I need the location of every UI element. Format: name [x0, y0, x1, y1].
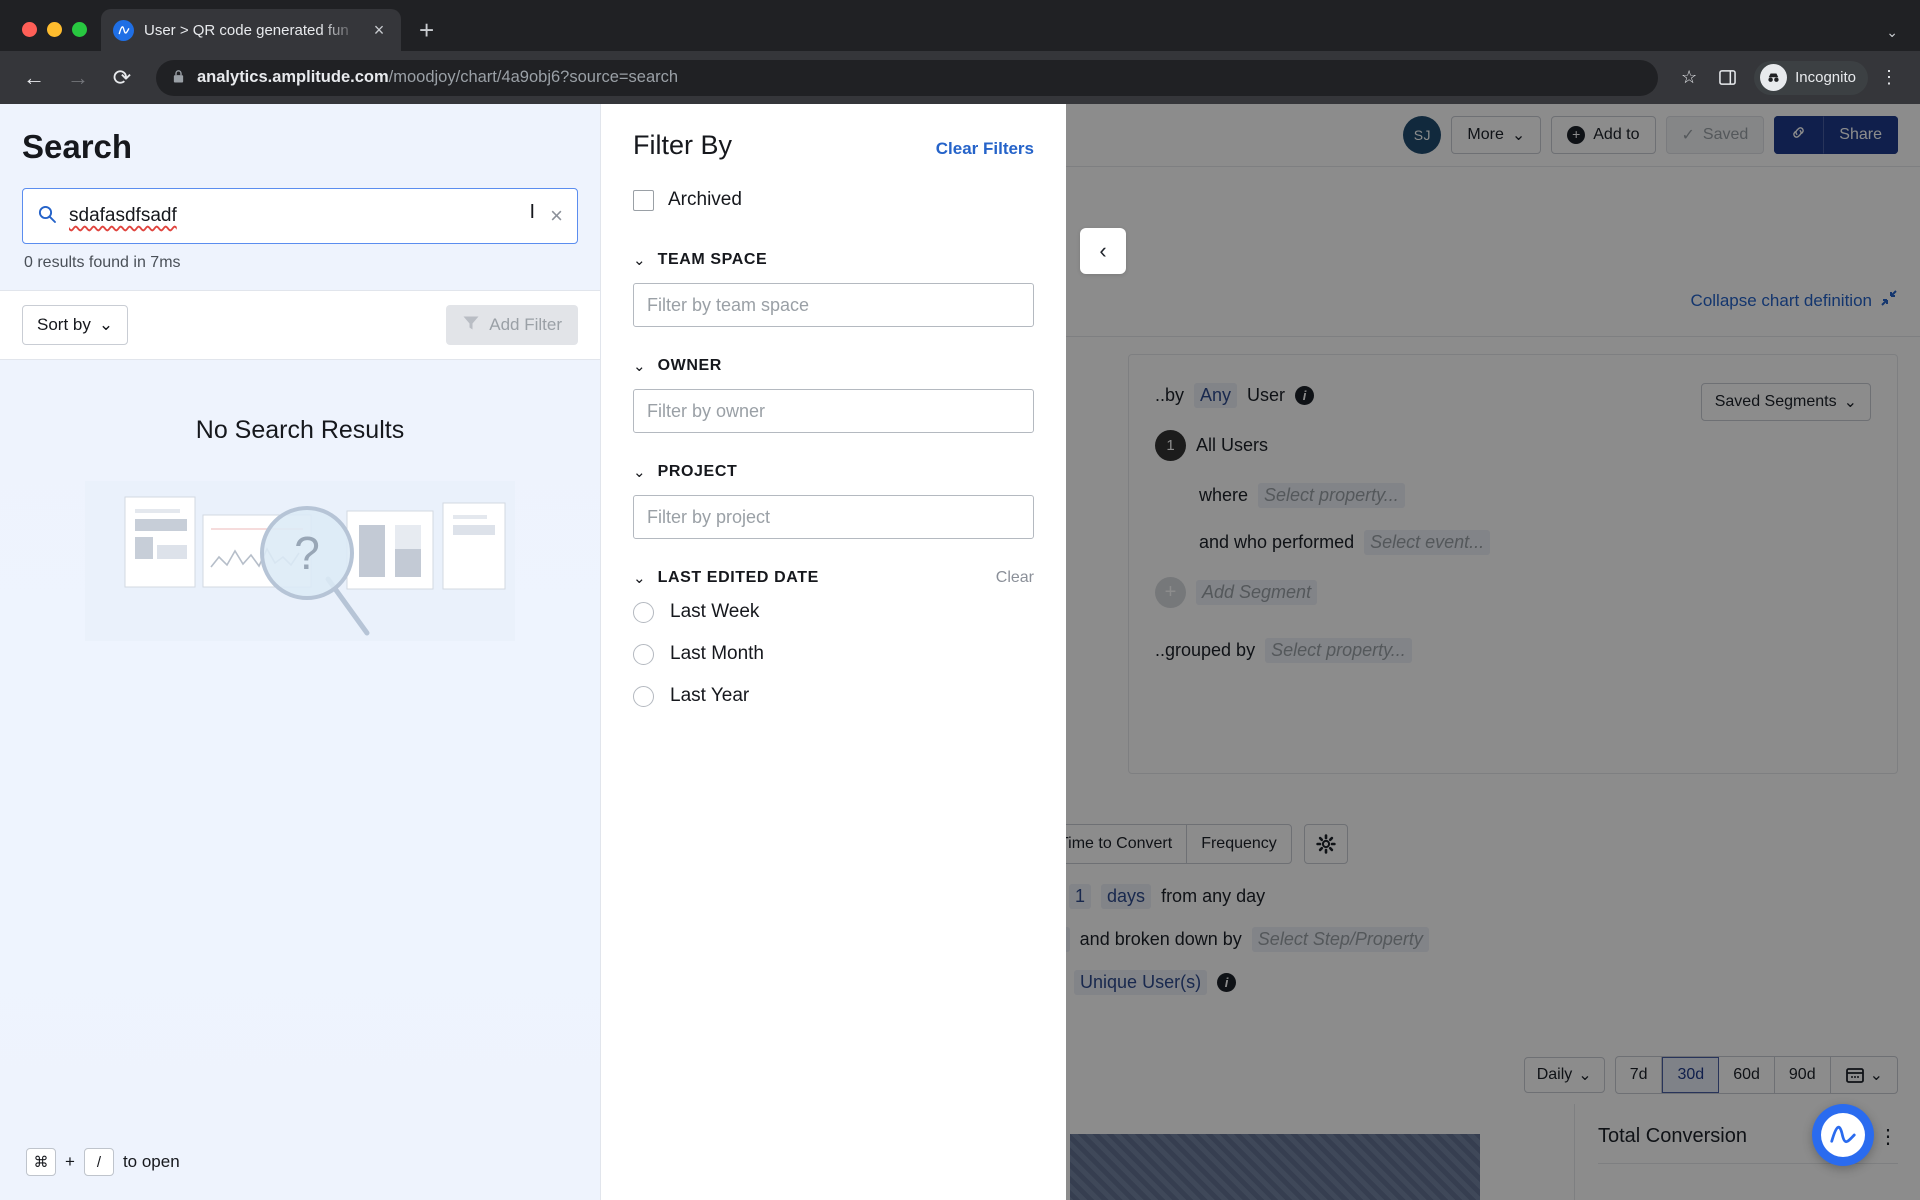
bookmark-star-icon[interactable]: ☆ — [1672, 61, 1706, 95]
archived-filter-row[interactable]: Archived — [633, 189, 1034, 211]
lock-icon — [172, 69, 185, 87]
browser-window: User > QR code generated fun × + ⌄ ← → ⟳… — [0, 0, 1920, 1200]
filter-section-owner: ⌄ OWNER Filter by owner — [633, 357, 1034, 433]
text-cursor-icon: I — [529, 201, 535, 223]
radio-icon[interactable] — [633, 643, 654, 665]
incognito-profile-button[interactable]: Incognito — [1754, 60, 1868, 95]
close-tab-button[interactable]: × — [369, 21, 389, 39]
close-search-back-button[interactable]: ‹ — [1080, 228, 1126, 274]
no-results-title: No Search Results — [195, 416, 405, 444]
archived-label: Archived — [668, 189, 742, 210]
browser-tab[interactable]: User > QR code generated fun × — [101, 9, 401, 51]
team-space-input[interactable]: Filter by team space — [633, 283, 1034, 327]
section-header[interactable]: ⌄ LAST EDITED DATE Clear — [633, 569, 1034, 587]
filter-header: Filter By Clear Filters — [633, 130, 1034, 161]
radio-label: Last Month — [670, 643, 764, 664]
no-results-illustration: ? — [85, 471, 515, 646]
archived-checkbox[interactable] — [633, 189, 654, 211]
reload-button[interactable]: ⟳ — [102, 58, 142, 98]
window-controls[interactable] — [16, 22, 101, 51]
shortcut-hint-text: to open — [122, 1152, 180, 1171]
add-filter-button[interactable]: Add Filter — [446, 305, 578, 345]
incognito-label: Incognito — [1795, 69, 1856, 86]
filter-section-last-edited-date: ⌄ LAST EDITED DATE Clear Last Week Last … — [633, 569, 1034, 707]
filter-section-project: ⌄ PROJECT Filter by project — [633, 463, 1034, 539]
address-bar-url: analytics.amplitude.com/moodjoy/chart/4a… — [197, 68, 678, 87]
search-empty-state: No Search Results ? — [0, 360, 600, 1148]
add-filter-label: Add Filter — [489, 315, 562, 334]
section-header[interactable]: ⌄ OWNER — [633, 357, 1034, 375]
radio-icon[interactable] — [633, 601, 654, 623]
radio-last-year[interactable]: Last Year — [633, 685, 1034, 707]
chevron-down-icon[interactable]: ⌄ — [633, 463, 646, 481]
section-header[interactable]: ⌄ TEAM SPACE — [633, 251, 1034, 269]
forward-button[interactable]: → — [58, 58, 98, 98]
incognito-icon — [1760, 64, 1788, 91]
page-viewport: SJ More ⌄ + Add to ✓ Saved Share Collaps… — [0, 104, 1920, 1200]
radio-last-week[interactable]: Last Week — [633, 601, 1034, 623]
clear-search-button[interactable]: × — [550, 205, 563, 227]
browser-tab-title: User > QR code generated fun — [144, 21, 349, 39]
search-toolbar: Sort by ⌄ Add Filter — [0, 290, 600, 360]
clear-filters-button[interactable]: Clear Filters — [936, 139, 1034, 159]
svg-text:?: ? — [294, 527, 320, 579]
chevron-down-icon[interactable]: ⌄ — [633, 357, 646, 375]
project-input[interactable]: Filter by project — [633, 495, 1034, 539]
kbd-slash: / — [83, 1148, 114, 1176]
section-title: LAST EDITED DATE — [657, 569, 819, 586]
search-results-meta: 0 results found in 7ms — [24, 254, 181, 271]
browser-tab-strip: User > QR code generated fun × + ⌄ — [0, 0, 1920, 51]
amplitude-icon — [1821, 1113, 1865, 1157]
owner-input[interactable]: Filter by owner — [633, 389, 1034, 433]
url-host: analytics.amplitude.com — [197, 68, 389, 86]
section-title: PROJECT — [657, 463, 738, 480]
search-shortcut-hint: ⌘ + / to open — [0, 1148, 600, 1200]
section-title: OWNER — [657, 357, 722, 374]
filter-section-team-space: ⌄ TEAM SPACE Filter by team space — [633, 251, 1034, 327]
chevron-down-icon[interactable]: ⌄ — [633, 569, 646, 587]
filter-drawer: Filter By Clear Filters Archived ⌄ TEAM … — [600, 104, 1066, 1200]
address-bar[interactable]: analytics.amplitude.com/moodjoy/chart/4a… — [156, 59, 1659, 96]
side-panel-icon[interactable] — [1710, 61, 1744, 95]
sort-by-label: Sort by — [37, 315, 91, 334]
url-path: /moodjoy/chart/4a9obj6?source=search — [388, 68, 679, 86]
section-title: TEAM SPACE — [657, 251, 768, 268]
radio-icon[interactable] — [633, 685, 654, 707]
close-window-button[interactable] — [22, 22, 37, 37]
maximize-window-button[interactable] — [72, 22, 87, 37]
sort-by-button[interactable]: Sort by ⌄ — [22, 305, 129, 345]
section-header[interactable]: ⌄ PROJECT — [633, 463, 1034, 481]
radio-label: Last Week — [670, 601, 760, 622]
amplitude-icon — [113, 19, 134, 41]
chevron-down-icon[interactable]: ⌄ — [633, 251, 646, 269]
new-tab-button[interactable]: + — [419, 17, 434, 43]
chevron-down-icon: ⌄ — [98, 315, 114, 334]
chrome-menu-icon[interactable]: ⋮ — [1872, 61, 1906, 95]
radio-last-month[interactable]: Last Month — [633, 643, 1034, 665]
search-input[interactable]: sdafasdfsadf I × — [22, 188, 578, 244]
amplitude-assistant-button[interactable] — [1812, 1104, 1874, 1166]
tab-search-caret-icon[interactable]: ⌄ — [1886, 24, 1898, 41]
kbd-command: ⌘ — [26, 1148, 56, 1176]
page-title: Search — [22, 128, 133, 165]
search-icon — [37, 204, 57, 229]
kbd-plus: + — [65, 1152, 75, 1171]
filter-icon — [462, 314, 480, 337]
filter-title: Filter By — [633, 130, 733, 160]
radio-label: Last Year — [670, 685, 750, 706]
search-header: Search sdafasdfsadf I × 0 results found … — [0, 104, 600, 272]
back-button[interactable]: ← — [14, 58, 54, 98]
search-input-value[interactable]: sdafasdfsadf — [69, 205, 538, 227]
clear-date-filter-button[interactable]: Clear — [996, 569, 1034, 587]
browser-toolbar: ← → ⟳ analytics.amplitude.com/moodjoy/ch… — [0, 51, 1920, 104]
minimize-window-button[interactable] — [47, 22, 62, 37]
search-drawer: Search sdafasdfsadf I × 0 results found … — [0, 104, 600, 1200]
